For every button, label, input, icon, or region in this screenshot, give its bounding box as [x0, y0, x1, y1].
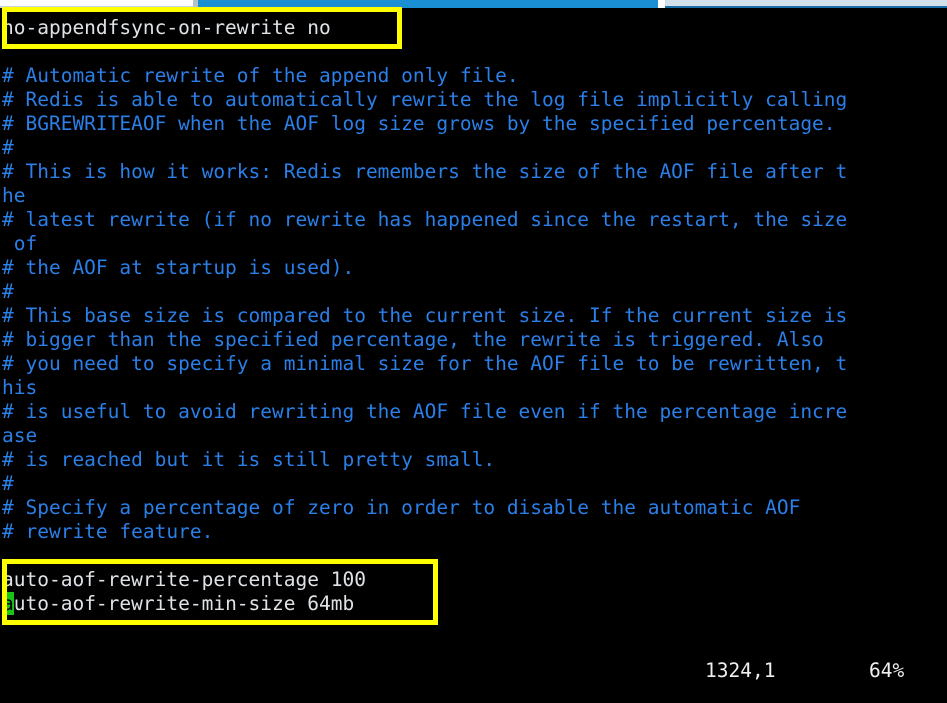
editor-line[interactable]: # is reached but it is still pretty smal…: [2, 448, 495, 472]
status-ruler-position: 1324,1: [705, 659, 776, 682]
chrome-tab-divider-2: [658, 0, 665, 8]
chrome-tab-inactive[interactable]: [0, 0, 193, 8]
chrome-tab-active[interactable]: [198, 0, 658, 8]
editor-line[interactable]: # bigger than the specified percentage, …: [2, 328, 824, 352]
editor-line[interactable]: # BGREWRITEAOF when the AOF log size gro…: [2, 112, 836, 136]
window-chrome-strip: [0, 0, 947, 8]
editor-line[interactable]: # rewrite feature.: [2, 520, 213, 544]
editor-line[interactable]: # Redis is able to automatically rewrite…: [2, 88, 847, 112]
editor-line[interactable]: he: [2, 184, 25, 208]
editor-line[interactable]: #: [2, 280, 14, 304]
editor-line[interactable]: # you need to specify a minimal size for…: [2, 352, 847, 376]
editor-line[interactable]: of: [2, 232, 38, 256]
chrome-toolbar[interactable]: [665, 0, 947, 8]
editor-line[interactable]: auto-aof-rewrite-percentage 100: [2, 568, 366, 592]
editor-line[interactable]: # the AOF at startup is used).: [2, 256, 354, 280]
editor-line[interactable]: no-appendfsync-on-rewrite no: [2, 16, 331, 40]
editor-line[interactable]: # is useful to avoid rewriting the AOF f…: [2, 400, 847, 424]
editor-line[interactable]: #: [2, 136, 14, 160]
editor-line[interactable]: #: [2, 472, 14, 496]
editor-line[interactable]: # Automatic rewrite of the append only f…: [2, 64, 519, 88]
terminal-window: no-appendfsync-on-rewrite no # Automatic …: [0, 0, 947, 703]
text-cursor-block: a: [2, 592, 14, 615]
editor-line[interactable]: auto-aof-rewrite-min-size 64mb: [2, 592, 354, 616]
editor-line[interactable]: # Specify a percentage of zero in order …: [2, 496, 800, 520]
editor-line[interactable]: # This base size is compared to the curr…: [2, 304, 847, 328]
editor-line[interactable]: # latest rewrite (if no rewrite has happ…: [2, 208, 847, 232]
editor-line[interactable]: his: [2, 376, 37, 400]
editor-line[interactable]: # This is how it works: Redis remembers …: [2, 160, 847, 184]
editor-line[interactable]: ase: [2, 424, 37, 448]
editor-text-buffer[interactable]: no-appendfsync-on-rewrite no # Automatic …: [0, 8, 947, 703]
status-scroll-percent: 64%: [869, 659, 905, 682]
